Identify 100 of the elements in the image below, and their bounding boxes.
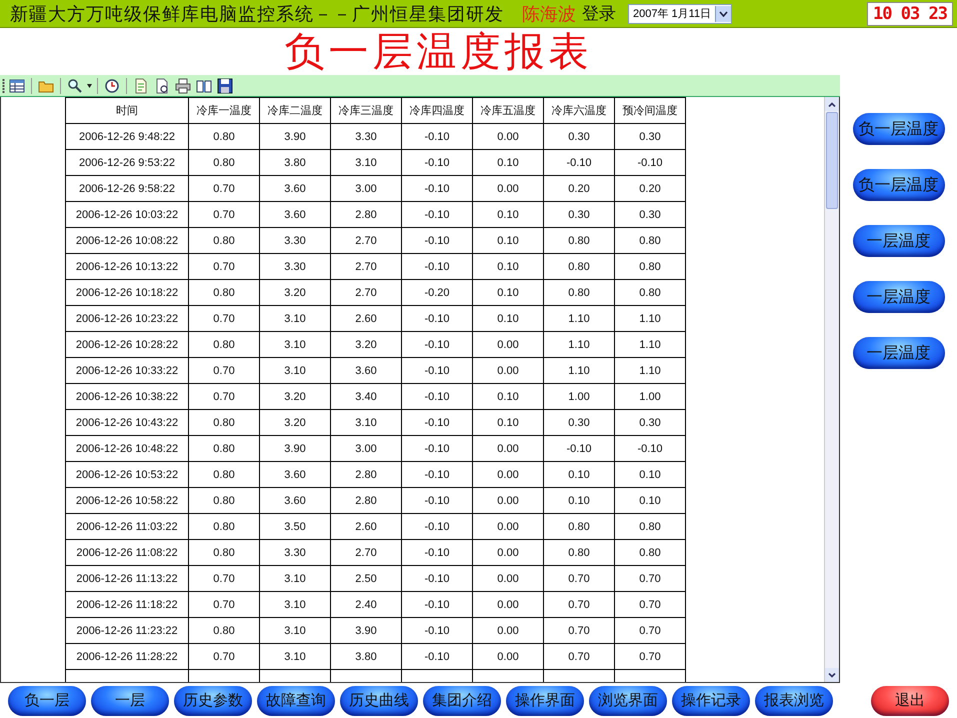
table-cell: 0.30 xyxy=(614,202,686,228)
table-cell: 0.70 xyxy=(614,566,686,592)
table-cell: 0.70 xyxy=(188,384,260,410)
nav-button[interactable]: 负一层 xyxy=(8,686,86,716)
table-cell: 3.60 xyxy=(260,202,330,228)
report-title: 负一层温度报表 xyxy=(284,28,592,76)
table-cell: 0.80 xyxy=(614,540,686,566)
table-cell: -0.10 xyxy=(402,462,472,488)
table-cell: 3.60 xyxy=(330,358,402,384)
table-cell: -0.20 xyxy=(402,280,472,306)
table-cell: 3.10 xyxy=(330,410,402,436)
column-header: 冷库一温度 xyxy=(188,98,260,124)
floor-temperature-button[interactable]: 一层温度 xyxy=(852,225,944,257)
table-cell: 0.80 xyxy=(188,488,260,514)
table-icon[interactable] xyxy=(8,76,26,94)
table-cell: 3.60 xyxy=(260,488,330,514)
nav-button[interactable]: 故障查询 xyxy=(257,686,335,716)
table-cell: 0.00 xyxy=(472,176,544,202)
table-cell: 0.10 xyxy=(472,306,544,332)
table-cell: 0.10 xyxy=(472,150,544,176)
table-cell: 2006-12-26 11:13:22 xyxy=(66,566,188,592)
nav-button[interactable]: 报表浏览 xyxy=(755,686,833,716)
table-cell: 2.70 xyxy=(330,228,402,254)
floor-temperature-button[interactable]: 负一层温度 xyxy=(852,169,944,201)
table-cell: -0.10 xyxy=(402,124,472,150)
table-cell: -0.10 xyxy=(402,202,472,228)
table-cell: 3.20 xyxy=(330,332,402,358)
table-cell: 2006-12-26 10:43:22 xyxy=(66,410,188,436)
table-cell: 0.10 xyxy=(472,228,544,254)
table-cell: 0.80 xyxy=(188,514,260,540)
table-cell: 2006-12-26 10:38:22 xyxy=(66,384,188,410)
nav-button[interactable]: 集团介绍 xyxy=(423,686,501,716)
table-cell: 0.80 xyxy=(544,540,614,566)
table-cell: 3.20 xyxy=(260,280,330,306)
table-cell: 3.30 xyxy=(260,254,330,280)
table-cell: 3.90 xyxy=(330,618,402,644)
table-cell: 2.80 xyxy=(330,488,402,514)
table-cell: 3.10 xyxy=(260,566,330,592)
floor-temperature-button[interactable]: 一层温度 xyxy=(852,337,944,369)
nav-button[interactable]: 历史参数 xyxy=(174,686,252,716)
table-cell: 1.00 xyxy=(544,384,614,410)
table-cell: 1.00 xyxy=(614,384,686,410)
table-cell: 0.70 xyxy=(188,254,260,280)
table-cell: -0.10 xyxy=(402,332,472,358)
column-header: 时间 xyxy=(66,98,188,124)
column-header: 冷库二温度 xyxy=(260,98,330,124)
nav-button[interactable]: 操作界面 xyxy=(506,686,584,716)
table-cell: 0.20 xyxy=(614,176,686,202)
table-cell: 2.60 xyxy=(330,306,402,332)
table-cell: 0.80 xyxy=(188,228,260,254)
table-cell: -0.10 xyxy=(402,618,472,644)
table-cell: 0.80 xyxy=(544,254,614,280)
table-cell: 0.10 xyxy=(472,384,544,410)
table-cell: 3.90 xyxy=(260,124,330,150)
nav-button[interactable]: 一层 xyxy=(91,686,169,716)
table-cell: -0.10 xyxy=(402,176,472,202)
nav-button[interactable]: 操作记录 xyxy=(672,686,750,716)
scroll-down-icon[interactable] xyxy=(828,672,836,678)
scroll-up-icon[interactable] xyxy=(828,102,836,106)
floor-temperature-button[interactable]: 一层温度 xyxy=(852,281,944,313)
table-cell: -0.10 xyxy=(402,488,472,514)
vertical-scrollbar[interactable] xyxy=(824,97,839,682)
table-cell: 0.00 xyxy=(472,124,544,150)
table-cell: 0.70 xyxy=(614,644,686,670)
table-cell: -0.10 xyxy=(614,150,686,176)
table-cell: 2.70 xyxy=(330,280,402,306)
table-cell: 3.80 xyxy=(330,644,402,670)
date-picker[interactable]: 2007年 1月11日 xyxy=(628,4,732,24)
printer-icon[interactable] xyxy=(174,76,192,94)
scrollbar-thumb[interactable] xyxy=(826,112,838,209)
table-cell: 0.70 xyxy=(614,592,686,618)
nav-button[interactable]: 历史曲线 xyxy=(340,686,418,716)
caret-icon[interactable] xyxy=(87,84,92,88)
table-cell: 2006-12-26 10:23:22 xyxy=(66,306,188,332)
table-cell: 0.80 xyxy=(188,618,260,644)
column-header: 冷库三温度 xyxy=(330,98,402,124)
zoom-icon[interactable] xyxy=(66,76,84,94)
table-cell: 2.70 xyxy=(330,540,402,566)
table-cell: -0.10 xyxy=(402,150,472,176)
table-cell: 0.00 xyxy=(472,332,544,358)
table-cell: 3.10 xyxy=(260,358,330,384)
table-cell: 2.40 xyxy=(330,592,402,618)
table-cell: 0.00 xyxy=(472,436,544,462)
table-cell: 0.30 xyxy=(544,202,614,228)
table-cell: 0.70 xyxy=(188,592,260,618)
floor-temperature-button[interactable]: 负一层温度 xyxy=(852,113,944,145)
table-cell: 0.70 xyxy=(544,644,614,670)
nav-button[interactable]: 浏览界面 xyxy=(589,686,667,716)
table-cell: 0.10 xyxy=(472,280,544,306)
table-cell: -0.10 xyxy=(402,436,472,462)
table-cell: 0.00 xyxy=(472,644,544,670)
table-cell: 3.40 xyxy=(330,384,402,410)
table-cell: 2.60 xyxy=(330,514,402,540)
table-cell: -0.10 xyxy=(402,592,472,618)
clock-icon[interactable] xyxy=(103,76,121,94)
table-cell: 2006-12-26 11:03:22 xyxy=(66,514,188,540)
save-icon[interactable] xyxy=(216,76,234,94)
column-header: 预冷间温度 xyxy=(614,98,686,124)
table-cell: 3.80 xyxy=(260,150,330,176)
exit-button[interactable]: 退出 xyxy=(871,686,949,716)
